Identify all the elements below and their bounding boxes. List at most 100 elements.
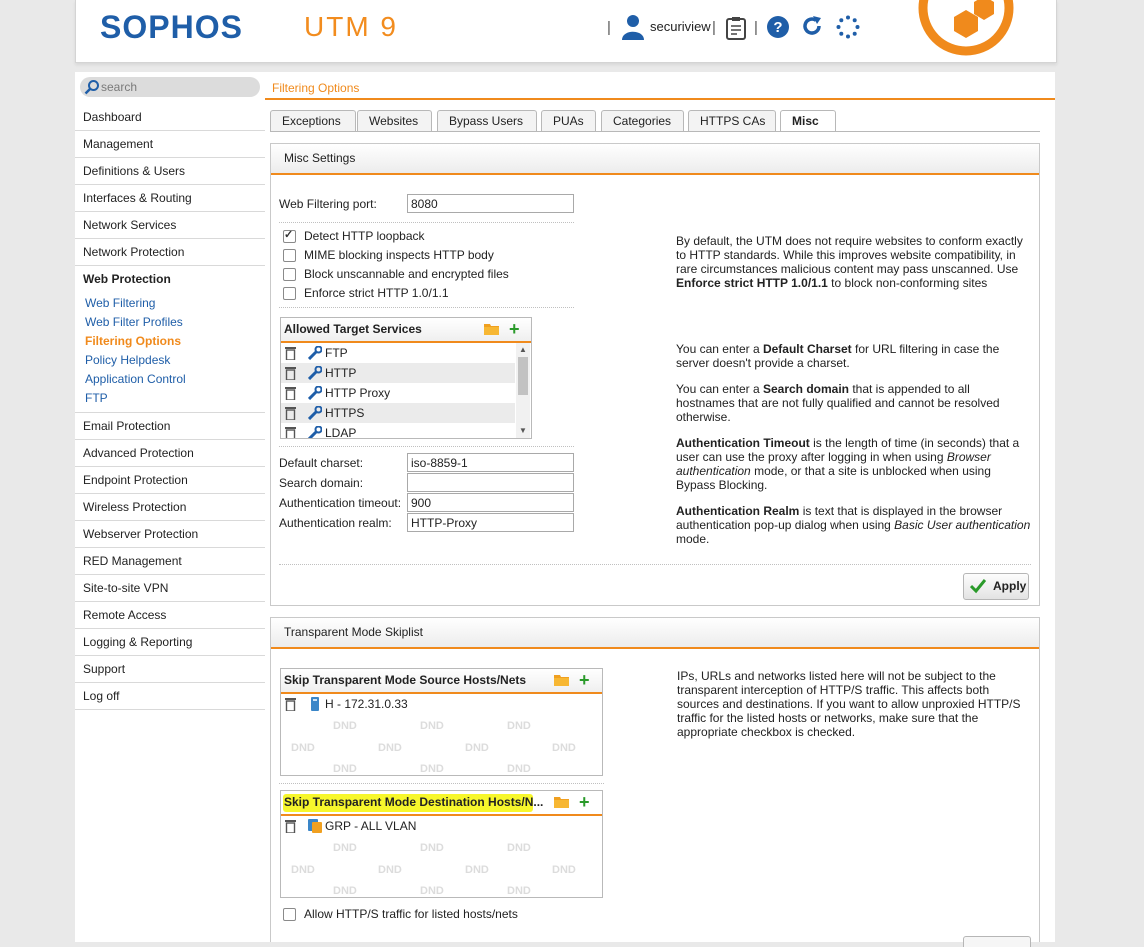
dnd-watermark: DND: [291, 742, 315, 754]
search-domain-field[interactable]: [407, 473, 574, 492]
dnd-watermark: DND: [507, 842, 531, 854]
trash-icon[interactable]: [285, 819, 296, 833]
trash-icon[interactable]: [285, 366, 296, 380]
tab-categories[interactable]: Categories: [601, 110, 684, 131]
dnd-watermark: DND: [378, 742, 402, 754]
sidebar-item-logging-reporting[interactable]: Logging & Reporting: [75, 629, 265, 656]
username[interactable]: securiview: [650, 19, 711, 34]
service-row[interactable]: HTTP: [281, 363, 515, 383]
sidebar-item-network-protection[interactable]: Network Protection: [75, 239, 265, 266]
mime-blocking-checkbox[interactable]: [283, 249, 296, 262]
tab-exceptions[interactable]: Exceptions: [270, 110, 356, 131]
sidebar-subitem-ftp[interactable]: FTP: [75, 389, 265, 408]
scroll-down-icon[interactable]: ▼: [519, 426, 527, 435]
scroll-up-icon[interactable]: ▲: [519, 345, 527, 354]
clipboard-icon[interactable]: [725, 16, 747, 40]
skiplist-panel: Transparent Mode Skiplist Skip Transpare…: [270, 617, 1040, 947]
sidebar-item-interfaces-routing[interactable]: Interfaces & Routing: [75, 185, 265, 212]
service-icon: [308, 426, 322, 438]
sidebar-item-red-management[interactable]: RED Management: [75, 548, 265, 575]
add-icon[interactable]: +: [509, 319, 520, 339]
folder-icon[interactable]: [554, 796, 569, 808]
dnd-watermark: DND: [420, 720, 444, 732]
sidebar-item-management[interactable]: Management: [75, 131, 265, 158]
brand-emblem-icon: [918, 0, 1014, 56]
sidebar-item-webserver-protection[interactable]: Webserver Protection: [75, 521, 265, 548]
sidebar-item-web-protection[interactable]: Web Protection: [75, 266, 265, 292]
sidebar-item-remote-access[interactable]: Remote Access: [75, 602, 265, 629]
service-icon: [308, 346, 322, 360]
sidebar-item-network-services[interactable]: Network Services: [75, 212, 265, 239]
sidebar-subitem-web-filter-profiles[interactable]: Web Filter Profiles: [75, 313, 265, 332]
reload-icon[interactable]: [800, 14, 824, 38]
service-label: HTTPS: [325, 406, 365, 420]
web-filtering-port-label: Web Filtering port:: [279, 197, 377, 211]
allow-http-label: Allow HTTP/S traffic for listed hosts/ne…: [304, 907, 518, 921]
help-auth-timeout: Authentication Timeout is the length of …: [676, 436, 1020, 492]
block-unscannable-checkbox[interactable]: [283, 268, 296, 281]
sidebar-subitem-application-control[interactable]: Application Control: [75, 370, 265, 389]
enforce-strict-http-label: Enforce strict HTTP 1.0/1.1: [304, 286, 449, 300]
trash-icon[interactable]: [285, 346, 296, 360]
divider: [279, 446, 574, 447]
divider: [279, 222, 574, 223]
sidebar-subitem-filtering-options[interactable]: Filtering Options: [75, 332, 265, 351]
sidebar-item-log-off[interactable]: Log off: [75, 683, 265, 710]
scrollbar-thumb[interactable]: [518, 357, 528, 395]
auth-timeout-field[interactable]: 900: [407, 493, 574, 512]
sidebar-item-wireless-protection[interactable]: Wireless Protection: [75, 494, 265, 521]
trash-icon[interactable]: [285, 406, 296, 420]
folder-icon[interactable]: [484, 323, 499, 335]
service-row[interactable]: HTTP Proxy: [281, 383, 515, 403]
add-icon[interactable]: +: [579, 792, 590, 812]
sidebar-item-site-to-site-vpn[interactable]: Site-to-site VPN: [75, 575, 265, 602]
sidebar-item-advanced-protection[interactable]: Advanced Protection: [75, 440, 265, 467]
sidebar-subitem-policy-helpdesk[interactable]: Policy Helpdesk: [75, 351, 265, 370]
skip-source-box: Skip Transparent Mode Source Hosts/Nets …: [280, 668, 603, 776]
trash-icon[interactable]: [285, 386, 296, 400]
enforce-strict-http-checkbox[interactable]: [283, 287, 296, 300]
sidebar-item-dashboard[interactable]: Dashboard: [75, 104, 265, 131]
skip-source-row[interactable]: H - 172.31.0.33: [281, 694, 602, 714]
tab-puas[interactable]: PUAs: [541, 110, 596, 131]
misc-settings-title: Misc Settings: [271, 144, 1039, 175]
allowed-target-services-header: Allowed Target Services +: [281, 318, 531, 343]
service-row[interactable]: HTTPS: [281, 403, 515, 423]
tab-websites[interactable]: Websites: [357, 110, 432, 131]
folder-icon[interactable]: [554, 674, 569, 686]
services-scrollbar[interactable]: ▲ ▼: [516, 343, 530, 438]
service-label: HTTP Proxy: [325, 386, 391, 400]
search-input[interactable]: search: [80, 77, 260, 97]
sidebar-item-email-protection[interactable]: Email Protection: [75, 413, 265, 440]
add-icon[interactable]: +: [579, 670, 590, 690]
user-icon[interactable]: [621, 14, 645, 40]
skip-destination-title: Skip Transparent Mode Destination Hosts/…: [284, 795, 544, 809]
tab-misc[interactable]: Misc: [780, 110, 836, 132]
apply-button[interactable]: Apply: [963, 573, 1029, 600]
tab-bypass-users[interactable]: Bypass Users: [437, 110, 537, 131]
service-label: FTP: [325, 346, 348, 360]
service-row[interactable]: FTP: [281, 343, 515, 363]
search-domain-label: Search domain:: [279, 476, 364, 490]
apply-label: Apply: [993, 579, 1027, 593]
web-filtering-port-field[interactable]: 8080: [407, 194, 574, 213]
default-charset-field[interactable]: iso-8859-1: [407, 453, 574, 472]
sidebar-item-definitions-users[interactable]: Definitions & Users: [75, 158, 265, 185]
tab-https-cas[interactable]: HTTPS CAs: [688, 110, 776, 131]
allow-http-checkbox[interactable]: [283, 908, 296, 921]
service-row[interactable]: LDAP: [281, 423, 515, 439]
sidebar-menu: Dashboard Management Definitions & Users…: [75, 104, 265, 710]
help-icon[interactable]: ?: [766, 15, 790, 39]
sidebar-item-support[interactable]: Support: [75, 656, 265, 683]
trash-icon[interactable]: [285, 697, 296, 711]
group-icon: [308, 819, 322, 833]
dnd-watermark: DND: [420, 763, 444, 775]
sidebar-item-endpoint-protection[interactable]: Endpoint Protection: [75, 467, 265, 494]
sophos-logo: SOPHOS: [100, 9, 243, 45]
auth-realm-field[interactable]: HTTP-Proxy: [407, 513, 574, 532]
trash-icon[interactable]: [285, 426, 296, 439]
detect-http-loopback-checkbox[interactable]: [283, 228, 296, 243]
sidebar-subitem-web-filtering[interactable]: Web Filtering: [75, 294, 265, 313]
dnd-watermark: DND: [552, 742, 576, 754]
skip-destination-row[interactable]: GRP - ALL VLAN: [281, 816, 602, 836]
